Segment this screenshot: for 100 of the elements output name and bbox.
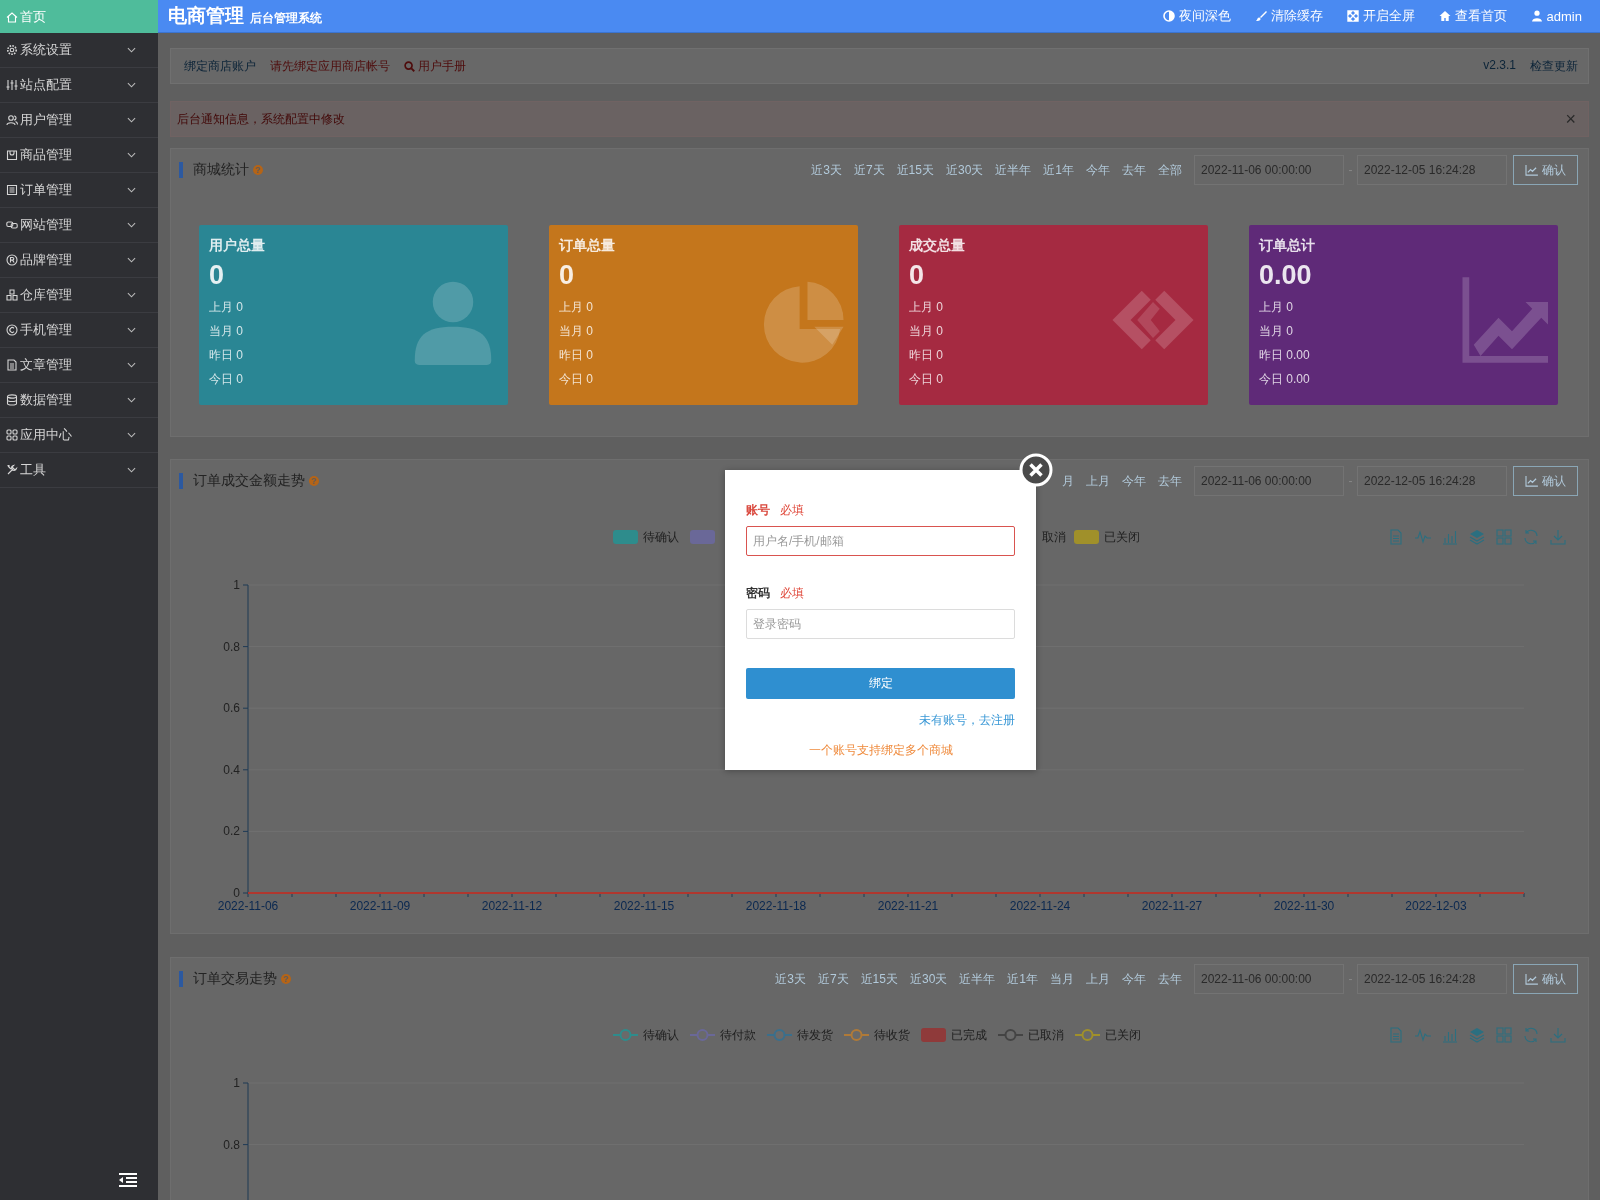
range-filter[interactable]: 上月 [1086, 970, 1110, 988]
legend-line-icon[interactable] [843, 1028, 869, 1042]
grid-icon[interactable] [1496, 529, 1512, 545]
date-field[interactable]: 2022-11-06 00:00:00 [1194, 964, 1344, 994]
close-button[interactable]: × [1565, 108, 1576, 130]
sidebar-item[interactable]: 文章管理 [0, 348, 158, 383]
topbar-link[interactable]: 清除缓存 [1254, 7, 1323, 25]
date-field[interactable]: 2022-11-06 00:00:00 [1194, 155, 1344, 185]
range-filter[interactable]: 去年 [1158, 472, 1182, 490]
toolbar-link[interactable]: 绑定商店账户 [184, 57, 256, 75]
legend-swatch-icon[interactable] [689, 530, 715, 544]
range-filter[interactable]: 近30天 [909, 970, 948, 988]
card-stat: 上月 0 [209, 299, 244, 316]
refresh-icon[interactable] [1523, 529, 1539, 545]
document-icon[interactable] [1388, 529, 1404, 545]
legend-label[interactable]: 待付款 [719, 1026, 756, 1044]
confirm-button[interactable]: 确认 [1513, 964, 1578, 994]
axis-label: 2022-11-15 [613, 899, 675, 913]
legend-line-icon[interactable] [689, 1028, 715, 1042]
range-filter[interactable]: 当月 [1050, 970, 1074, 988]
sidebar-item[interactable]: 工具 [0, 453, 158, 488]
sidebar-item[interactable]: 仓库管理 [0, 278, 158, 313]
range-filter[interactable]: 近1年 [1007, 970, 1038, 988]
range-filter[interactable]: 近15天 [860, 970, 898, 988]
range-filter[interactable]: 去年 [1158, 970, 1182, 988]
legend-swatch-icon[interactable] [1074, 530, 1100, 544]
confirm-button[interactable]: 确认 [1513, 466, 1578, 496]
topbar-link[interactable]: 开启全屏 [1346, 7, 1415, 25]
range-filter[interactable]: 近3天 [775, 970, 806, 988]
grid-icon[interactable] [1496, 1027, 1512, 1043]
bar-chart-icon[interactable] [1442, 529, 1458, 545]
download-icon[interactable] [1550, 1027, 1566, 1043]
legend-label[interactable]: 已完成 [950, 1026, 987, 1044]
range-filter[interactable]: 去年 [1122, 161, 1146, 179]
range-filter[interactable]: 月 [1062, 472, 1074, 490]
range-filter[interactable]: 上月 [1086, 472, 1110, 490]
range-filter[interactable]: 近半年 [995, 161, 1032, 179]
topbar-link[interactable]: 夜间深色 [1162, 7, 1231, 25]
legend-swatch-icon[interactable] [920, 1028, 946, 1042]
sidebar-item[interactable]: 网站管理 [0, 208, 158, 243]
refresh-icon[interactable] [1523, 1027, 1539, 1043]
legend-label[interactable]: 已关闭 [1104, 528, 1141, 546]
sidebar-item[interactable]: 应用中心 [0, 418, 158, 453]
range-filter[interactable]: 今年 [1122, 472, 1146, 490]
legend-label[interactable]: 取消 [1042, 528, 1067, 546]
range-filter[interactable]: 近1年 [1043, 161, 1074, 179]
toolbar-link[interactable]: 请先绑定应用商店帐号 [270, 57, 390, 75]
topbar-link[interactable]: admin [1530, 7, 1582, 25]
stack-icon[interactable] [1469, 529, 1485, 545]
legend-label[interactable]: 待确认 [642, 1026, 679, 1044]
range-filter[interactable]: 近半年 [959, 970, 996, 988]
collapse-menu-icon[interactable] [119, 1173, 137, 1187]
document-icon[interactable] [1388, 1027, 1404, 1043]
sidebar-item[interactable]: 手机管理 [0, 313, 158, 348]
range-filter[interactable]: 近3天 [811, 161, 842, 179]
range-filter[interactable]: 近15天 [896, 161, 934, 179]
line-chart-icon[interactable] [1415, 1027, 1431, 1043]
range-filter[interactable]: 今年 [1086, 161, 1110, 179]
toolbar-link[interactable]: 用户手册 [404, 57, 466, 75]
contrast-icon [1162, 10, 1175, 22]
bar-chart-icon[interactable] [1442, 1027, 1458, 1043]
download-icon[interactable] [1550, 529, 1566, 545]
legend-label[interactable]: 已取消 [1027, 1026, 1064, 1044]
range-filter[interactable]: 近7天 [817, 970, 849, 988]
legend-label[interactable]: 待发货 [796, 1026, 833, 1044]
card-title: 订单总计 [1259, 237, 1316, 255]
sidebar-item[interactable]: 系统设置 [0, 33, 158, 68]
date-field[interactable]: 2022-12-05 16:24:28 [1357, 155, 1507, 185]
sidebar-item[interactable]: 站点配置 [0, 68, 158, 103]
legend-label[interactable]: 已关闭 [1104, 1026, 1141, 1044]
bind-button[interactable]: 绑定 [746, 668, 1015, 699]
update-link[interactable]: 检查更新 [1530, 57, 1578, 75]
range-filter[interactable]: 全部 [1158, 161, 1182, 179]
legend-line-icon[interactable] [1074, 1028, 1100, 1042]
legend-label[interactable]: 待收货 [873, 1026, 910, 1044]
sidebar-item[interactable]: 首页 [0, 0, 158, 33]
sidebar-item[interactable]: 订单管理 [0, 173, 158, 208]
sidebar-item[interactable]: 数据管理 [0, 383, 158, 418]
database-icon [6, 394, 18, 406]
range-filter[interactable]: 近7天 [853, 161, 885, 179]
close-button[interactable] [1019, 453, 1053, 487]
legend-label[interactable]: 待确认 [642, 528, 679, 546]
date-field[interactable]: 2022-12-05 16:24:28 [1357, 466, 1507, 496]
sidebar-item[interactable]: 品牌管理 [0, 243, 158, 278]
date-field[interactable]: 2022-12-05 16:24:28 [1357, 964, 1507, 994]
line-chart-icon[interactable] [1415, 529, 1431, 545]
legend-line-icon[interactable] [612, 1028, 638, 1042]
sidebar-item[interactable]: 用户管理 [0, 103, 158, 138]
topbar-link[interactable]: 查看首页 [1438, 7, 1507, 25]
sidebar-item[interactable]: 商品管理 [0, 138, 158, 173]
legend-swatch-icon[interactable] [612, 530, 638, 544]
confirm-button[interactable]: 确认 [1513, 155, 1578, 185]
range-filter[interactable]: 今年 [1122, 970, 1146, 988]
range-filter[interactable]: 近30天 [945, 161, 984, 179]
date-field[interactable]: 2022-11-06 00:00:00 [1194, 466, 1344, 496]
register-link[interactable]: 未有账号，去注册 [919, 712, 1015, 729]
input-field[interactable]: 用户名/手机/邮箱 [746, 526, 1015, 556]
stack-icon[interactable] [1469, 1027, 1485, 1043]
legend-line-icon[interactable] [997, 1028, 1023, 1042]
legend-line-icon[interactable] [766, 1028, 792, 1042]
